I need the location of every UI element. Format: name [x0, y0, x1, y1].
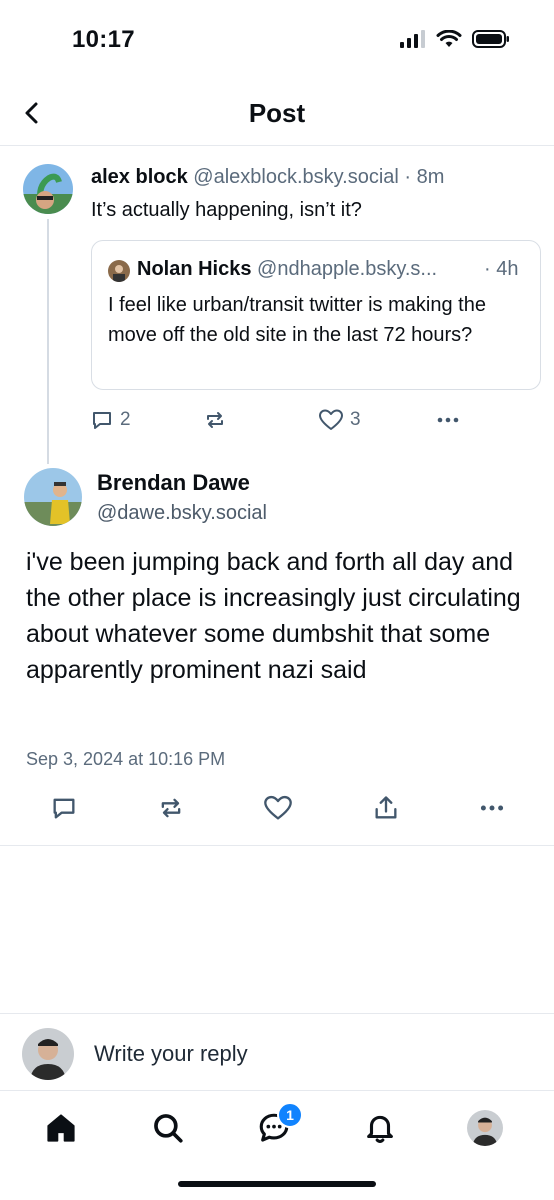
avatar: [467, 1110, 503, 1146]
share-button[interactable]: [372, 794, 400, 822]
tab-notifications[interactable]: [360, 1108, 400, 1148]
author-handle[interactable]: @dawe.bsky.social: [97, 502, 267, 525]
wifi-icon: [436, 30, 462, 48]
battery-icon: [472, 30, 510, 48]
post-time: 8m: [416, 166, 445, 188]
tab-search[interactable]: [148, 1108, 188, 1148]
search-icon: [154, 1114, 183, 1143]
reply-icon: [93, 412, 111, 429]
reply-count: 2: [120, 409, 131, 430]
home-indicator: [178, 1181, 376, 1187]
post-header: alex block @alexblock.bsky.social · 8m: [91, 166, 444, 189]
back-button[interactable]: [18, 98, 48, 128]
home-icon: [47, 1114, 75, 1142]
thread-line: [47, 219, 49, 464]
share-icon: [375, 796, 397, 819]
post-text: It’s actually happening, isn’t it?: [91, 199, 362, 221]
heart-icon: [264, 795, 292, 820]
repost-button[interactable]: [157, 794, 185, 822]
ellipsis-icon: [480, 805, 504, 811]
heart-icon: [319, 409, 343, 430]
author-handle[interactable]: @alexblock.bsky.social: [193, 166, 399, 188]
post-divider: [0, 845, 554, 846]
quote-time: · 4h: [484, 258, 519, 280]
reply-button[interactable]: [50, 794, 78, 822]
page-title: Post: [248, 98, 306, 128]
reply-icon: [53, 798, 75, 819]
repost-icon: [207, 412, 223, 428]
status-time: 10:17: [72, 26, 135, 53]
tab-profile[interactable]: [467, 1110, 503, 1146]
reply-input[interactable]: Write your reply: [94, 1041, 248, 1067]
chevron-left-icon: [25, 102, 38, 124]
bell-icon: [367, 1115, 393, 1144]
tab-home[interactable]: [41, 1108, 81, 1148]
status-icons: [400, 30, 510, 48]
like-button[interactable]: [263, 794, 293, 822]
author-name[interactable]: Brendan Dawe: [97, 470, 250, 496]
chat-badge: 1: [277, 1102, 303, 1128]
author-name[interactable]: alex block: [91, 166, 188, 188]
avatar: [22, 1028, 74, 1080]
more-options-button[interactable]: [435, 408, 461, 432]
quote-author-name: Nolan Hicks: [137, 258, 252, 280]
quote-author-handle: @ndhapple.bsky.s...: [257, 258, 438, 280]
more-options-button[interactable]: [478, 794, 506, 822]
quote-header: Nolan Hicks @ndhapple.bsky.s...: [137, 258, 437, 281]
like-button[interactable]: 3: [318, 408, 361, 432]
avatar: [108, 260, 130, 282]
tabbar-divider: [0, 1090, 554, 1091]
reply-button[interactable]: 2: [90, 408, 131, 432]
meta-separator: ·: [398, 166, 417, 188]
repost-icon: [161, 798, 181, 818]
ellipsis-icon: [437, 417, 459, 423]
repost-button[interactable]: [203, 408, 227, 432]
quote-text: I feel like urban/transit twitter is mak…: [108, 294, 486, 346]
avatar[interactable]: [24, 468, 82, 526]
post-timestamp: Sep 3, 2024 at 10:16 PM: [26, 749, 226, 769]
cellular-signal-icon: [400, 30, 426, 48]
post-text: i've been jumping back and forth all day…: [26, 548, 521, 684]
avatar[interactable]: [23, 164, 73, 214]
composer-divider: [0, 1013, 554, 1014]
header-divider: [0, 145, 554, 146]
like-count: 3: [350, 409, 361, 430]
